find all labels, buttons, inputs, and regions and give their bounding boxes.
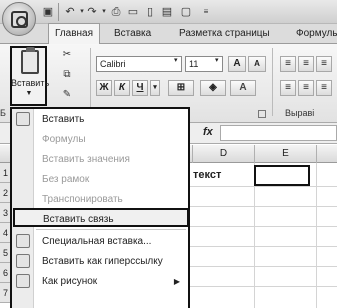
cut-icon[interactable]: ✂: [60, 48, 74, 62]
group-separator: [90, 48, 91, 116]
save-as-icon[interactable]: ▢: [178, 4, 194, 20]
column-header-f[interactable]: [316, 145, 337, 163]
tab-formulas[interactable]: Формулы: [292, 24, 337, 44]
picture-icon: [16, 274, 30, 288]
document-icon[interactable]: ▤: [159, 4, 175, 20]
align-middle-button[interactable]: ≡: [298, 56, 314, 72]
open-icon[interactable]: ▭: [125, 4, 141, 20]
align-right-button[interactable]: ≡: [316, 80, 332, 96]
fill-color-button[interactable]: ◈: [200, 80, 226, 96]
menu-item-paste-hyperlink[interactable]: Вставить как гиперссылку: [14, 252, 186, 271]
tab-page-layout[interactable]: Разметка страницы: [175, 24, 274, 44]
clipboard-icon: [21, 47, 39, 74]
grid-line: [316, 163, 317, 308]
align-top-button[interactable]: ≡: [280, 56, 296, 72]
font-size-dropdown-icon[interactable]: ▾: [215, 56, 219, 64]
align-left-button[interactable]: ≡: [280, 80, 296, 96]
font-color-button[interactable]: A: [230, 80, 256, 96]
menu-item-label: Вставить связь: [43, 214, 114, 225]
menu-item-no-borders[interactable]: Без рамок: [14, 170, 186, 189]
formula-input[interactable]: [220, 125, 337, 141]
menu-item-paste-values[interactable]: Вставить значения: [14, 150, 186, 169]
clipboard-group-label: Б: [0, 108, 6, 118]
menu-separator: [36, 229, 186, 230]
insert-function-button[interactable]: fx: [203, 126, 213, 138]
print-preview-icon[interactable]: ⎙: [108, 4, 124, 20]
tab-insert[interactable]: Вставка: [110, 24, 155, 44]
save-icon[interactable]: ▣: [40, 4, 56, 20]
menu-item-paste-special[interactable]: Специальная вставка...: [14, 232, 186, 251]
font-name-field[interactable]: Calibri: [96, 56, 182, 72]
menu-item-formulas[interactable]: Формулы: [14, 130, 186, 149]
column-header-d[interactable]: D: [192, 145, 254, 163]
menu-item-label: Без рамок: [42, 174, 90, 185]
office-button[interactable]: [2, 2, 36, 36]
alignment-group-label: Выраві: [285, 108, 315, 118]
align-center-button[interactable]: ≡: [298, 80, 314, 96]
italic-button[interactable]: К: [114, 80, 130, 96]
shrink-font-button[interactable]: A: [248, 56, 266, 72]
hyperlink-icon: [16, 254, 30, 268]
paste-dropdown-icon[interactable]: ▼: [11, 90, 47, 97]
new-document-icon[interactable]: ▯: [142, 4, 158, 20]
paste-icon: [16, 112, 30, 126]
tab-home[interactable]: Главная: [48, 23, 100, 45]
underline-button[interactable]: Ч: [132, 80, 148, 96]
office-logo-icon: [11, 11, 28, 28]
align-bottom-button[interactable]: ≡: [316, 56, 332, 72]
menu-item-label: Транспонировать: [42, 194, 123, 205]
menu-item-label: Как рисунок: [42, 276, 98, 287]
font-name-dropdown-icon[interactable]: ▾: [174, 56, 178, 64]
menu-item-label: Формулы: [42, 134, 86, 145]
paste-special-icon: [16, 234, 30, 248]
paste-label: Вставить: [11, 78, 50, 88]
menu-item-as-picture[interactable]: Как рисунок ▶: [14, 272, 186, 291]
menu-item-label: Вставить как гиперссылку: [42, 256, 163, 267]
menu-item-paste-link[interactable]: Вставить связь: [13, 208, 189, 227]
menu-item-transpose[interactable]: Транспонировать: [14, 190, 186, 209]
menu-item-paste[interactable]: Вставить: [14, 110, 186, 129]
submenu-arrow-icon: ▶: [173, 277, 180, 286]
borders-button[interactable]: ⊞: [168, 80, 194, 96]
copy-icon[interactable]: ⧉: [60, 68, 74, 82]
active-cell-e1[interactable]: [254, 165, 310, 186]
cell-d1-value[interactable]: текст: [193, 169, 221, 181]
menu-item-label: Вставить: [42, 114, 85, 125]
bold-button[interactable]: Ж: [96, 80, 112, 96]
customize-toolbar-icon[interactable]: ≡: [198, 4, 214, 20]
menu-item-label: Специальная вставка...: [42, 236, 152, 247]
menu-item-label: Вставить значения: [42, 154, 130, 165]
format-painter-icon[interactable]: ✎: [60, 88, 74, 102]
column-header-e[interactable]: E: [254, 145, 316, 163]
font-dialog-launcher[interactable]: [258, 110, 266, 118]
quick-access-separator: [58, 3, 59, 21]
group-separator: [272, 48, 273, 116]
underline-dropdown-icon[interactable]: ▾: [150, 80, 160, 96]
grow-font-button[interactable]: A: [228, 56, 246, 72]
